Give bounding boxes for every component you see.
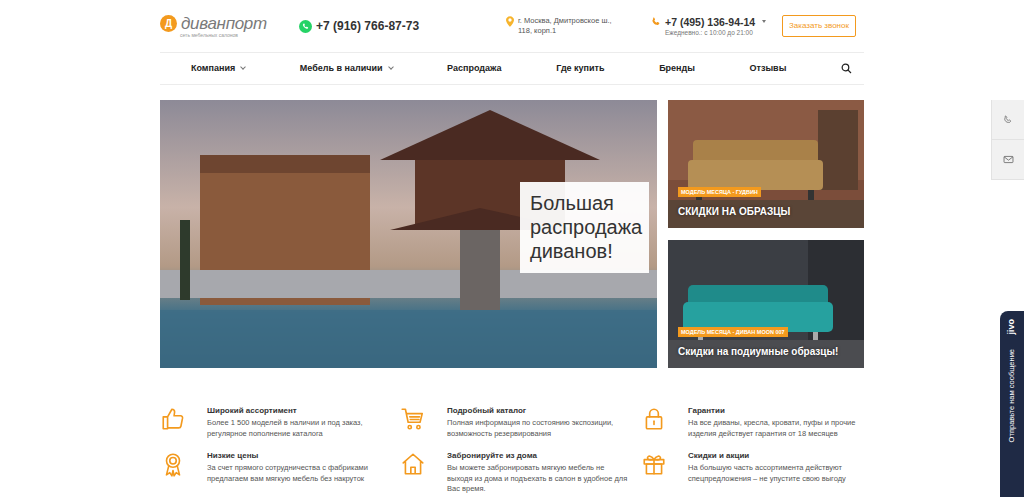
- lock-icon: [641, 406, 667, 432]
- chat-message-label[interactable]: Отправьте нам сообщение: [1006, 349, 1017, 442]
- banner-title[interactable]: Большая распродажа диванов!: [520, 182, 649, 273]
- nav-item[interactable]: Мебель в наличии: [300, 62, 393, 76]
- whatsapp-icon[interactable]: [299, 20, 312, 33]
- nav-item[interactable]: Отзывы: [750, 62, 787, 76]
- working-hours: Ежедневно.: с 10:00 до 21:00: [665, 28, 782, 37]
- feature-title: Забронируйте из дома: [447, 451, 629, 461]
- promo-cards: МОДЕЛЬ МЕСЯЦА - ГУДВИНСКИДКИ НА ОБРАЗЦЫМ…: [668, 100, 864, 368]
- nav-label[interactable]: Бренды: [659, 63, 695, 73]
- mail-icon[interactable]: [1003, 154, 1014, 165]
- chat-widget[interactable]: jivo Отправьте нам сообщение: [1000, 311, 1024, 497]
- thumb-up-icon: [160, 406, 186, 432]
- feature-text: Вы можете забронировать мягкую мебель не…: [447, 463, 629, 495]
- feature-text: Полная информация по состоянию экспозици…: [447, 418, 629, 439]
- feature-title: Скидки и акции: [688, 451, 864, 461]
- nav-label[interactable]: Распродажа: [447, 63, 501, 73]
- main-nav: Компания Мебель в наличии Распродажа Где ку…: [160, 53, 864, 85]
- promo-label: МОДЕЛЬ МЕСЯЦА - ДИВАН MOON 007: [678, 327, 788, 337]
- feature-item: Широкий ассортимент Более 1 500 моделей в…: [160, 406, 400, 439]
- feature-text: На большую часть ассортимента действуют …: [688, 463, 864, 484]
- logo-mark[interactable]: Д: [160, 15, 177, 32]
- logo[interactable]: Ддиванпортсеть мебельных салонов: [160, 15, 299, 38]
- feature-item: Подробный каталог Полная информация по со…: [400, 406, 641, 439]
- feature-text: За счет прямого сотрудничества с фабрика…: [207, 463, 389, 484]
- feature-item: Низкие цены За счет прямого сотрудничеств…: [160, 451, 400, 495]
- gift-icon: [641, 451, 667, 477]
- features: Широкий ассортимент Более 1 500 моделей в…: [160, 406, 864, 495]
- feature-title: Гарантии: [688, 406, 864, 416]
- side-call-button[interactable]: [991, 100, 1024, 140]
- feature-item: Скидки и акции На большую часть ассортиме…: [641, 451, 864, 495]
- promo-title[interactable]: Скидки на подиумные образцы!: [678, 346, 858, 358]
- nav-label[interactable]: Отзывы: [750, 63, 787, 73]
- feature-item: Забронируйте из дома Вы можете заброниров…: [400, 451, 641, 495]
- feature-title: Широкий ассортимент: [207, 406, 389, 416]
- feature-item: Гарантии На все диваны, кресла, кровати, …: [641, 406, 864, 439]
- cart-icon: [400, 406, 426, 432]
- search-icon[interactable]: [841, 63, 852, 74]
- callback-button[interactable]: Заказать звонок: [782, 15, 856, 37]
- phone-contact[interactable]: +7 (495) 136-94-14Ежедневно.: с 10:00 до…: [651, 16, 782, 37]
- feature-text: Более 1 500 моделей в наличии и под зака…: [207, 418, 389, 439]
- whatsapp-contact[interactable]: +7 (916) 766-87-73: [299, 17, 506, 35]
- hero: Большая распродажа диванов!МОДЕЛЬ МЕСЯЦА…: [160, 100, 864, 368]
- address-text: г. Москва, Дмитровское ш., 118, корп.1: [518, 16, 618, 36]
- nav-item[interactable]: Компания: [191, 62, 245, 76]
- logo-tagline: сеть мебельных салонов: [180, 32, 299, 38]
- side-mail-button[interactable]: [991, 140, 1024, 180]
- feature-title: Подробный каталог: [447, 406, 629, 416]
- phone-dropdown-icon[interactable]: [762, 20, 766, 23]
- nav-label[interactable]: Компания: [191, 63, 235, 73]
- promo-card[interactable]: МОДЕЛЬ МЕСЯЦА - ГУДВИН СКИДКИ НА ОБРАЗЦЫ: [668, 100, 864, 228]
- location-pin-icon: [506, 16, 514, 27]
- nav-item[interactable]: Распродажа: [447, 62, 501, 76]
- promo-card[interactable]: МОДЕЛЬ МЕСЯЦА - ДИВАН MOON 007 Скидки на …: [668, 240, 864, 368]
- nav-item[interactable]: Где купить: [556, 62, 604, 76]
- nav-label[interactable]: Мебель в наличии: [300, 63, 383, 73]
- medal-icon: [160, 451, 186, 477]
- promo-label: МОДЕЛЬ МЕСЯЦА - ГУДВИН: [678, 187, 761, 197]
- house-icon: [400, 451, 426, 477]
- nav-label[interactable]: Где купить: [556, 63, 604, 73]
- nav-item[interactable]: Бренды: [659, 62, 695, 76]
- sale-banner[interactable]: Большая распродажа диванов!: [160, 100, 657, 368]
- phone-icon[interactable]: [651, 17, 661, 27]
- chat-brand[interactable]: jivo: [1005, 319, 1019, 335]
- logo-name[interactable]: диванпорт: [181, 15, 267, 32]
- phone-icon[interactable]: [1003, 115, 1013, 125]
- whatsapp-phone[interactable]: +7 (916) 766-87-73: [316, 17, 419, 35]
- feature-text: На все диваны, кресла, кровати, пуфы и п…: [688, 418, 864, 439]
- promo-title[interactable]: СКИДКИ НА ОБРАЗЦЫ: [678, 206, 858, 218]
- side-contacts: [991, 100, 1024, 180]
- feature-title: Низкие цены: [207, 451, 389, 461]
- chevron-down-icon[interactable]: [388, 64, 394, 70]
- address: г. Москва, Дмитровское ш., 118, корп.1: [506, 16, 651, 36]
- chevron-down-icon[interactable]: [240, 64, 246, 70]
- page: Ддиванпортсеть мебельных салонов +7 (916)…: [160, 0, 864, 495]
- header: Ддиванпортсеть мебельных салонов +7 (916)…: [160, 0, 864, 53]
- phone-number[interactable]: +7 (495) 136-94-14: [665, 16, 755, 28]
